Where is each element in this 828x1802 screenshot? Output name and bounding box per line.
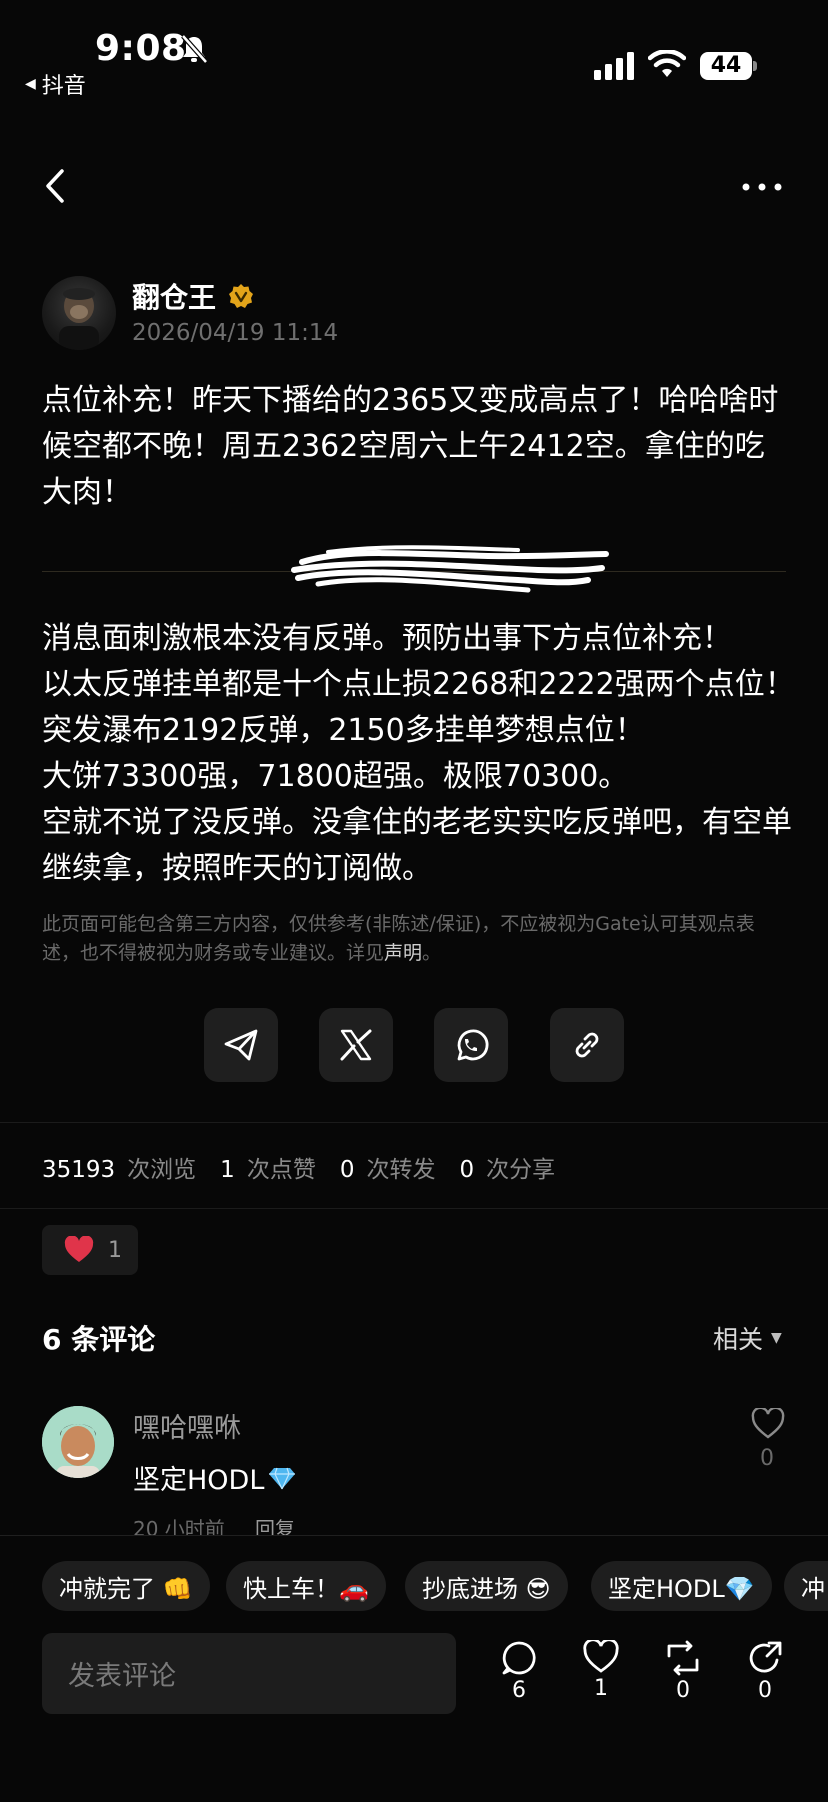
quick-reply-chip[interactable]: 冲 [784, 1561, 828, 1611]
repost-icon [667, 1640, 699, 1676]
whatsapp-icon [457, 1029, 489, 1061]
shares-label: 次分享 [486, 1157, 556, 1183]
like-action-button[interactable]: 1 [571, 1640, 631, 1701]
sort-label: 相关 [713, 1325, 764, 1354]
disclaimer-link[interactable]: 声明 [384, 942, 422, 964]
share-telegram-button[interactable] [204, 1008, 278, 1082]
quick-reply-chip[interactable]: 坚定HODL💎 [591, 1561, 772, 1611]
comment-body: 坚定HODL [133, 1465, 265, 1496]
comment-input[interactable]: 发表评论 [42, 1633, 456, 1714]
quick-reply-chip[interactable]: 快上车！🚗 [226, 1561, 386, 1611]
quick-reply-chip[interactable]: 冲就完了 👊 [42, 1561, 210, 1611]
back-arrow-icon[interactable] [42, 168, 68, 204]
comments-action-count: 6 [512, 1678, 526, 1703]
comments-action-button[interactable]: 6 [489, 1640, 549, 1703]
cellular-signal-icon [594, 52, 634, 80]
like-action-count: 1 [594, 1676, 608, 1701]
disclaimer-text: 此页面可能包含第三方内容，仅供参考(非陈述/保证)，不应被视为Gate认可其观点… [42, 910, 792, 968]
share-whatsapp-button[interactable] [434, 1008, 508, 1082]
caret-down-icon: ▼ [771, 1330, 782, 1346]
views-count: 35193 [42, 1157, 116, 1183]
battery-tip [753, 61, 757, 71]
quick-reply-chip[interactable]: 抄底进场 😎 [405, 1561, 568, 1611]
commenter-avatar[interactable] [42, 1406, 114, 1478]
heart-filled-icon [64, 1236, 94, 1262]
bell-muted-icon [181, 34, 208, 64]
comment-bubble-icon [502, 1641, 536, 1675]
section-separator [0, 1122, 828, 1123]
commenter-name[interactable]: 嘿哈嘿咻 [133, 1406, 241, 1445]
likes-count: 1 [220, 1157, 235, 1183]
post-paragraph-1: 点位补充！昨天下播给的2365又变成高点了！哈哈啥时候空都不晚！周五2362空周… [42, 383, 779, 510]
share-action-count: 0 [758, 1678, 772, 1703]
heart-outline-icon [583, 1640, 619, 1673]
comment-sort-dropdown[interactable]: 相关 ▼ [713, 1320, 782, 1356]
back-to-app[interactable]: ◀ 抖音 [25, 68, 86, 100]
author-avatar[interactable] [42, 276, 116, 350]
reposts-count: 0 [339, 1157, 355, 1183]
comments-title: 6 条评论 [42, 1323, 156, 1356]
share-action-button[interactable]: 0 [735, 1640, 795, 1703]
wifi-icon [648, 50, 686, 77]
battery-indicator: 44 [700, 52, 752, 80]
likes-label: 次点赞 [246, 1157, 316, 1183]
share-arrow-icon [749, 1641, 782, 1673]
share-x-button[interactable] [319, 1008, 393, 1082]
post-paragraph-2: 消息面刺激根本没有反弹。预防出事下方点位补充！ 以太反弹挂单都是十个点止损226… [42, 621, 795, 886]
redaction-scribble [291, 545, 609, 593]
disclaimer-end: 。 [422, 942, 442, 964]
post-stats: 35193 次浏览 1 次点赞 0 次转发 0 次分享 [42, 1150, 579, 1184]
reaction-count: 1 [108, 1237, 122, 1263]
reaction-chip[interactable]: 1 [42, 1225, 138, 1275]
reposts-label: 次转发 [366, 1157, 436, 1183]
back-triangle-icon: ◀ [25, 76, 36, 92]
repost-action-count: 0 [676, 1678, 690, 1703]
comment-text: 坚定HODL [133, 1458, 296, 1497]
status-time: 9:08 [95, 28, 187, 69]
comment-like-icon[interactable] [751, 1408, 785, 1440]
verified-badge-icon [229, 284, 253, 308]
shares-count: 0 [459, 1157, 475, 1183]
back-app-label: 抖音 [41, 74, 86, 99]
telegram-icon [224, 1029, 258, 1061]
link-icon [575, 1032, 599, 1058]
comment-like-count: 0 [760, 1446, 774, 1471]
more-options-icon[interactable] [740, 172, 784, 202]
gem-icon [269, 1467, 296, 1489]
x-icon [340, 1029, 372, 1061]
views-label: 次浏览 [127, 1157, 197, 1183]
copy-link-button[interactable] [550, 1008, 624, 1082]
post-date: 2026/04/19 11:14 [132, 320, 339, 346]
repost-action-button[interactable]: 0 [653, 1640, 713, 1703]
author-name[interactable]: 翻仓王 [132, 276, 216, 316]
section-separator [0, 1208, 828, 1209]
